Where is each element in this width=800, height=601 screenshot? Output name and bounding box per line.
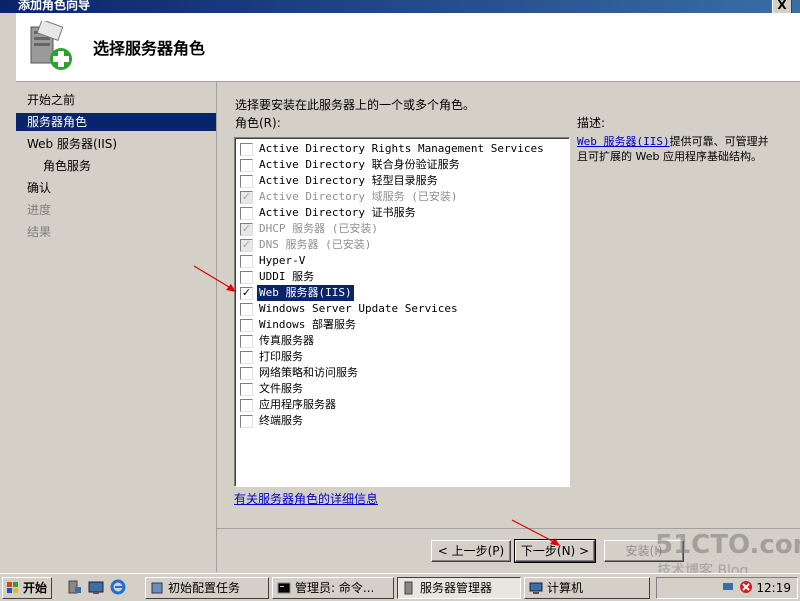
wizard-header: 选择服务器角色: [0, 13, 800, 82]
task-server-manager[interactable]: 服务器管理器: [397, 577, 521, 599]
description-role-link[interactable]: Web 服务器(IIS): [577, 135, 670, 148]
role-label: Active Directory Rights Management Servi…: [259, 142, 544, 155]
role-label: Windows 部署服务: [259, 318, 356, 331]
role-label: 应用程序服务器: [259, 398, 336, 411]
roles-label: 角色(R):: [235, 116, 281, 130]
role-checkbox[interactable]: [240, 159, 253, 172]
role-label: 传真服务器: [259, 334, 314, 347]
main-panel: 选择要安装在此服务器上的一个或多个角色。 角色(R): Active Direc…: [217, 82, 800, 528]
role-checkbox[interactable]: [240, 303, 253, 316]
system-tray: 12:19: [656, 577, 798, 599]
role-checkbox: ✓: [240, 222, 253, 236]
role-checkbox[interactable]: [240, 255, 253, 268]
role-label: Active Directory 域服务 (已安装): [259, 190, 458, 203]
start-label: 开始: [23, 581, 48, 595]
role-label: UDDI 服务: [259, 270, 315, 283]
clock[interactable]: 12:19: [756, 578, 791, 598]
role-checkbox[interactable]: [240, 351, 253, 364]
role-checkbox[interactable]: [240, 175, 253, 188]
windows-logo-icon: [7, 582, 18, 593]
task-label: 管理员: 命令...: [295, 581, 375, 595]
computer-icon: [529, 582, 543, 594]
role-label: 网络策略和访问服务: [259, 366, 358, 379]
server-manager-quicklaunch-icon[interactable]: [66, 579, 82, 595]
role-checkbox[interactable]: [240, 319, 253, 332]
nav-step-server-roles[interactable]: 服务器角色: [16, 113, 216, 131]
role-label: 终端服务: [259, 414, 303, 427]
taskbar: 开始 初始配置任务 管理员: 命令... 服务器管理器 计算机 12:19: [0, 573, 800, 601]
description-label: 描述:: [577, 116, 606, 130]
roles-list[interactable]: Active Directory Rights Management Servi…: [234, 137, 570, 487]
close-button[interactable]: X: [772, 0, 792, 14]
role-checkbox[interactable]: [240, 143, 253, 156]
role-label: Active Directory 轻型目录服务: [259, 174, 438, 187]
window-title: 添加角色向导: [18, 0, 91, 12]
role-checkbox[interactable]: [240, 383, 253, 396]
role-label: Windows Server Update Services: [259, 302, 458, 315]
task-command-prompt[interactable]: 管理员: 命令...: [272, 577, 394, 599]
role-checkbox[interactable]: [240, 207, 253, 220]
role-checkbox[interactable]: [240, 335, 253, 348]
role-checkbox[interactable]: [240, 415, 253, 428]
nav-step-confirmation[interactable]: 确认: [16, 179, 216, 197]
task-label: 服务器管理器: [420, 581, 493, 595]
command-prompt-icon: [277, 582, 291, 594]
nav-step-progress: 进度: [27, 203, 52, 217]
role-label: DHCP 服务器 (已安装): [259, 222, 378, 235]
role-checkbox: ✓: [240, 238, 253, 252]
network-error-icon[interactable]: [739, 580, 753, 594]
nav-step-before-you-begin[interactable]: 开始之前: [16, 91, 216, 109]
next-button[interactable]: 下一步(N) >: [514, 539, 596, 563]
nav-step-results: 结果: [27, 225, 52, 239]
role-label: Active Directory 证书服务: [259, 206, 416, 219]
role-checkbox[interactable]: [240, 271, 253, 284]
role-checkbox: ✓: [240, 190, 253, 204]
title-bar[interactable]: 添加角色向导 X: [0, 0, 800, 14]
task-label: 计算机: [547, 581, 584, 595]
server-manager-icon: [404, 581, 413, 595]
role-checkbox[interactable]: [240, 367, 253, 380]
instruction-text: 选择要安装在此服务器上的一个或多个角色。: [235, 98, 476, 112]
task-computer[interactable]: 计算机: [524, 577, 650, 599]
show-desktop-icon[interactable]: [88, 579, 104, 595]
config-task-icon: [151, 582, 163, 594]
watermark-logo: 51CTO.com: [655, 530, 800, 560]
more-info-link[interactable]: 有关服务器角色的详细信息: [234, 490, 378, 507]
network-icon[interactable]: [721, 580, 735, 594]
role-checkbox[interactable]: [240, 399, 253, 412]
task-label: 初始配置任务: [168, 581, 241, 595]
role-label: Hyper-V: [259, 254, 306, 267]
role-label: Active Directory 联合身份验证服务: [259, 158, 460, 171]
window-frame-left: [0, 13, 16, 573]
description-text: Web 服务器(IIS)提供可靠、可管理并且可扩展的 Web 应用程序基础结构。: [577, 134, 769, 164]
role-label: DNS 服务器 (已安装): [259, 238, 372, 251]
nav-step-web-server[interactable]: Web 服务器(IIS): [16, 135, 216, 153]
role-label: 文件服务: [259, 382, 303, 395]
nav-step-role-services[interactable]: 角色服务: [16, 157, 216, 175]
task-initial-configuration[interactable]: 初始配置任务: [145, 577, 269, 599]
role-label: Web 服务器(IIS): [257, 285, 354, 301]
server-add-icon: [30, 21, 72, 70]
start-button[interactable]: 开始: [2, 577, 52, 599]
wizard-step-nav: 开始之前 服务器角色 Web 服务器(IIS) 角色服务 确认 进度 结果: [16, 82, 217, 572]
role-label: 打印服务: [259, 350, 303, 363]
internet-explorer-icon[interactable]: [110, 579, 126, 595]
role-checkbox[interactable]: ✓: [240, 287, 253, 300]
back-button[interactable]: < 上一步(P): [431, 540, 511, 562]
page-title: 选择服务器角色: [93, 39, 206, 58]
